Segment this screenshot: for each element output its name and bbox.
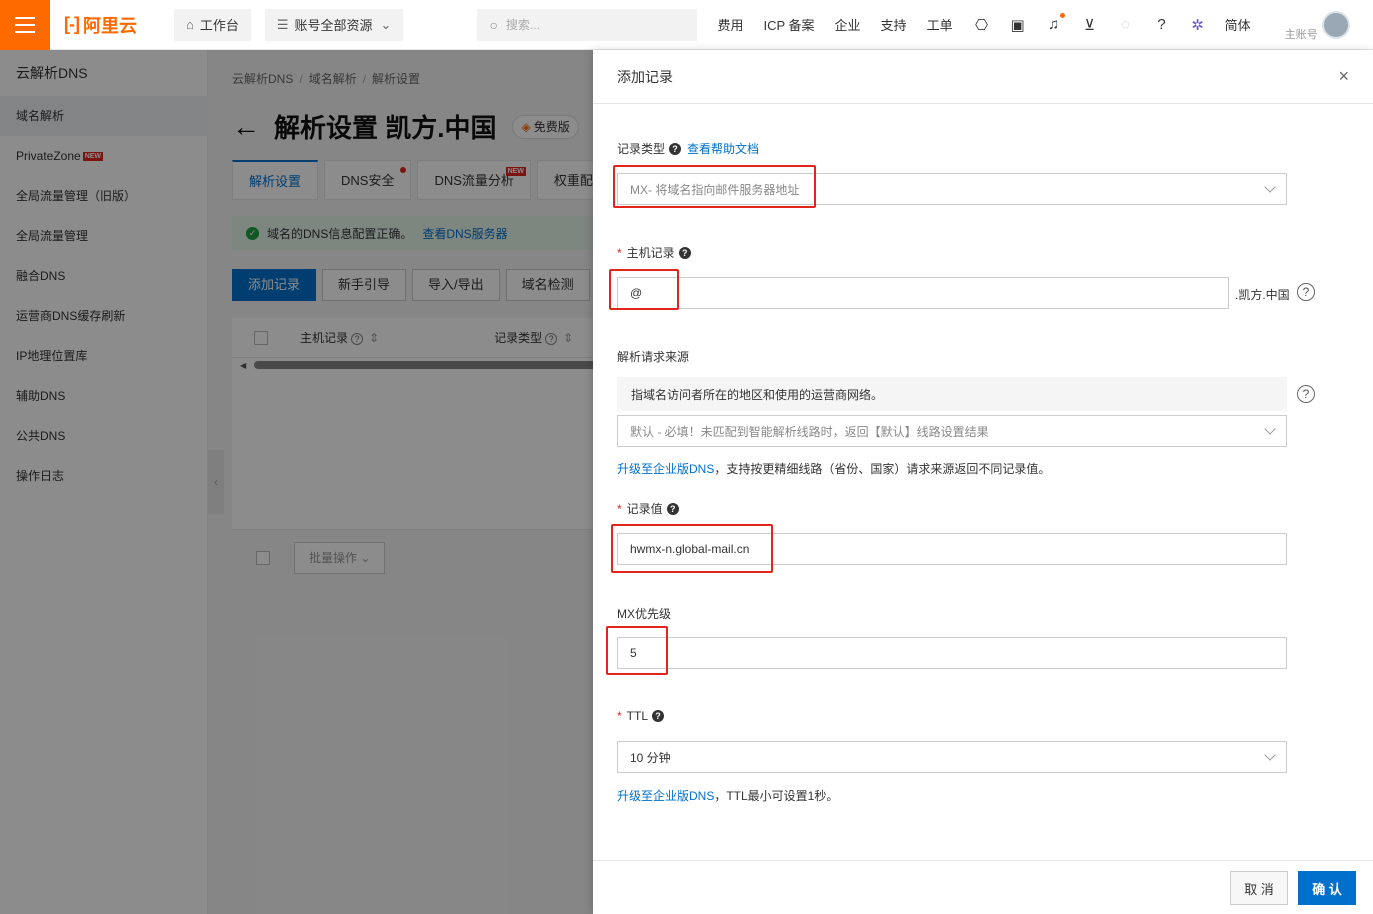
source-hint: 指域名访问者所在的地区和使用的运营商网络。 [617, 377, 1287, 411]
highlight-box [609, 269, 679, 310]
upgrade-link[interactable]: 升级至企业版DNS [617, 789, 714, 803]
nav-billing[interactable]: 费用 [717, 15, 743, 34]
search-placeholder: 搜索... [505, 18, 540, 32]
cart-icon[interactable]: ⊻ [1081, 16, 1099, 34]
assistant-icon[interactable]: ✲ [1189, 16, 1207, 34]
help-icon[interactable]: ? [1153, 16, 1171, 34]
ttl-select[interactable]: 10 分钟 [617, 741, 1287, 773]
bell-icon[interactable]: ♫ [1045, 12, 1065, 34]
question-icon[interactable]: ? [666, 502, 679, 515]
chevron-down-icon: ⌄ [380, 16, 392, 32]
notification-dot [1059, 12, 1065, 18]
aliyun-logo-icon: [-] [64, 14, 80, 34]
resources-label: 账号全部资源 [294, 18, 373, 33]
host-record-label: * 主机记录? [617, 244, 691, 261]
chevron-down-icon [1264, 181, 1276, 193]
tip-text: ，支持按更精细线路（省份、国家）请求来源返回不同记录值。 [714, 462, 1051, 476]
language-switch[interactable]: 简体 [1225, 15, 1251, 34]
source-label: 解析请求来源 [617, 348, 689, 365]
source-line-select[interactable]: 默认 - 必填！未匹配到智能解析线路时，返回【默认】线路设置结果 [617, 415, 1287, 447]
search-icon: ○ [489, 16, 498, 33]
home-icon: ⌂ [186, 17, 194, 32]
aliyun-logo[interactable]: [-] 阿里云 [64, 12, 160, 38]
confirm-button[interactable]: 确 认 [1298, 871, 1356, 905]
label-text: 记录类型 [617, 142, 666, 156]
search-input[interactable]: ○ 搜索... [477, 8, 698, 41]
upgrade-link[interactable]: 升级至企业版DNS [617, 462, 714, 476]
highlight-box [611, 524, 773, 573]
source-upgrade-tip: 升级至企业版DNS，支持按更精细线路（省份、国家）请求来源返回不同记录值。 [617, 460, 1050, 477]
nav-enterprise[interactable]: 企业 [835, 15, 861, 34]
host-record-input[interactable]: @ [617, 277, 1229, 309]
select-value: 10 分钟 [630, 750, 671, 765]
account-label: 主账号 [1284, 28, 1318, 41]
lightbulb-icon[interactable]: ◌ [1117, 16, 1135, 34]
workbench-button[interactable]: ⌂ 工作台 [174, 8, 251, 41]
cancel-button[interactable]: 取 消 [1230, 871, 1288, 905]
record-value-label: * 记录值? [617, 500, 679, 517]
ttl-upgrade-tip: 升级至企业版DNS，TTL最小可设置1秒。 [617, 787, 838, 804]
highlight-box [613, 165, 816, 208]
domain-suffix: .凯方.中国 [1235, 288, 1290, 302]
help-circle-icon[interactable]: ? [1297, 385, 1315, 403]
top-nav-links: 费用 ICP 备案 企业 支持 工单 ⎔ ▣ ♫ ⊻ ◌ ? ✲ 简体 [717, 12, 1270, 34]
nav-support[interactable]: 支持 [881, 15, 907, 34]
modal-overlay[interactable] [0, 50, 593, 914]
nav-ticket[interactable]: 工单 [927, 15, 953, 34]
mx-priority-label: MX优先级 [617, 605, 671, 622]
app-icon[interactable]: ⎔ [973, 16, 991, 34]
avatar [1321, 10, 1350, 39]
logo-text: 阿里云 [82, 15, 137, 36]
mx-priority-input[interactable]: 5 [617, 637, 1287, 669]
hint-text: 指域名访问者所在的地区和使用的运营商网络。 [631, 387, 884, 402]
question-icon[interactable]: ? [652, 710, 665, 722]
label-text: 主机记录 [626, 246, 675, 260]
user-menu[interactable]: 主账号 [1285, 8, 1350, 42]
resources-dropdown[interactable]: ☰ 账号全部资源 ⌄ [264, 8, 404, 41]
label-text: MX优先级 [617, 607, 672, 621]
required-marker: * [617, 709, 622, 723]
question-icon[interactable]: ? [669, 142, 682, 155]
question-icon[interactable]: ? [678, 246, 691, 259]
add-record-drawer: 添加记录 × 记录类型? 查看帮助文档 MX- 将域名指向邮件服务器地址 * 主机记… [593, 50, 1373, 914]
resource-list-icon: ☰ [276, 16, 289, 32]
label-text: 解析请求来源 [617, 350, 690, 364]
tip-text: ，TTL最小可设置1秒。 [714, 789, 839, 803]
label-text: TTL [626, 709, 649, 723]
hamburger-menu-button[interactable] [0, 0, 50, 50]
close-icon[interactable]: × [1338, 66, 1349, 87]
chevron-down-icon [1264, 749, 1276, 761]
help-circle-icon[interactable]: ? [1297, 283, 1315, 301]
drawer-header: 添加记录 × [593, 50, 1373, 104]
select-value: 默认 - 必填！未匹配到智能解析线路时，返回【默认】线路设置结果 [630, 424, 989, 439]
chevron-down-icon [1264, 423, 1276, 435]
terminal-icon[interactable]: ▣ [1009, 16, 1027, 34]
required-marker: * [617, 245, 622, 260]
ttl-label: * TTL? [617, 709, 665, 723]
nav-icp[interactable]: ICP 备案 [763, 15, 814, 34]
help-doc-link[interactable]: 查看帮助文档 [687, 140, 759, 157]
highlight-box [606, 626, 668, 675]
label-text: 记录值 [626, 502, 663, 516]
workbench-label: 工作台 [199, 18, 239, 33]
drawer-footer: 取 消 确 认 [593, 860, 1373, 914]
required-marker: * [617, 501, 622, 516]
top-navigation-bar: [-] 阿里云 ⌂ 工作台 ☰ 账号全部资源 ⌄ ○ 搜索... 费用 ICP 备案 企业… [0, 0, 1373, 50]
record-type-label: 记录类型? 查看帮助文档 [617, 140, 759, 157]
drawer-title: 添加记录 [617, 68, 673, 85]
